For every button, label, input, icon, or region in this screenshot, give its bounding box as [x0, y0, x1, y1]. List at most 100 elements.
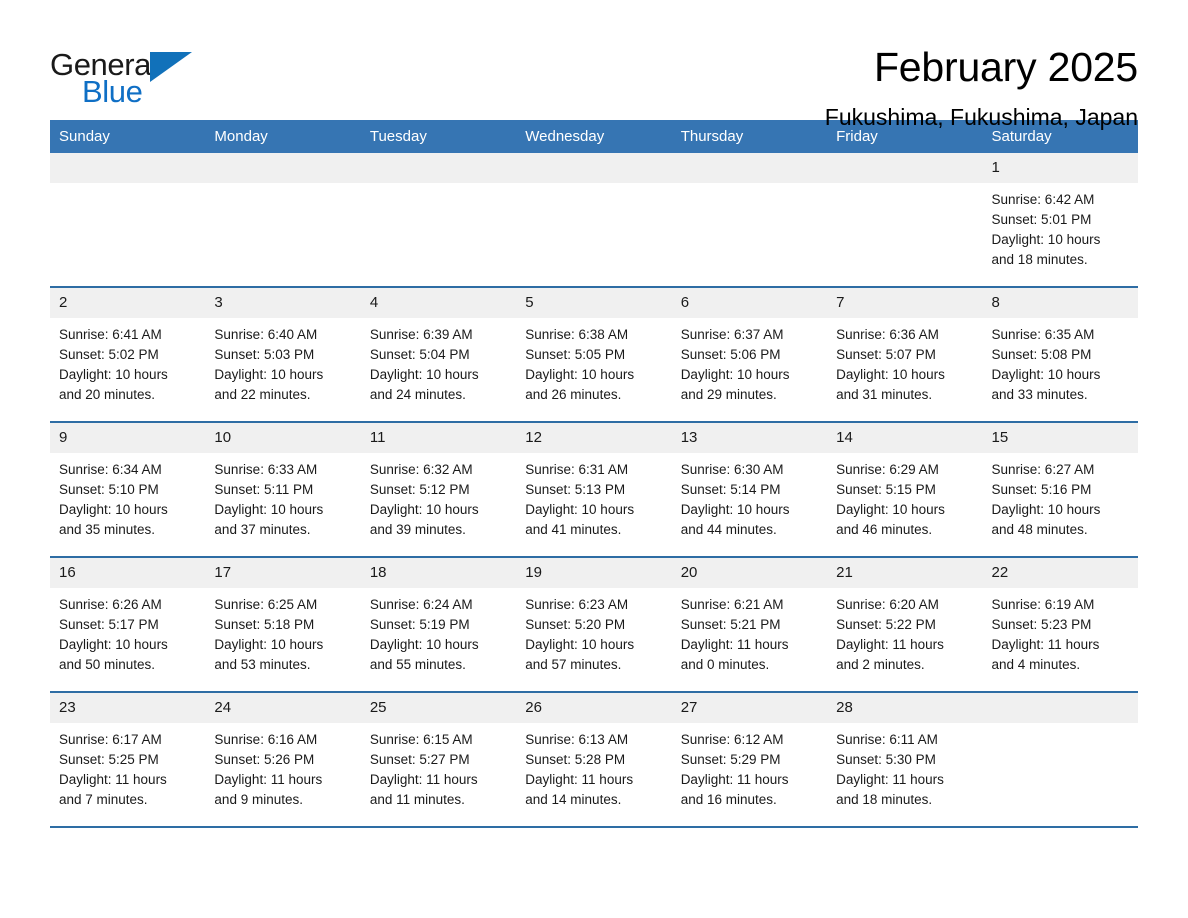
day-daylight-text: Daylight: 10 hours: [991, 232, 1101, 247]
calendar-day-cell[interactable]: 11 Sunrise: 6:32 AM Sunset: 5:12 PM Dayligh…: [360, 421, 517, 557]
calendar-day-cell[interactable]: 12 Sunrise: 6:31 AM Sunset: 5:13 PM Dayligh…: [516, 421, 672, 557]
weekday-header-thursday: Thursday: [671, 120, 828, 153]
day-daylight-text: Daylight: 10 hours: [369, 502, 479, 517]
calendar-table: Sunday Monday Tuesday Wednesday Thursday Frid…: [50, 120, 1138, 828]
day-daylight-text: Daylight: 10 hours: [991, 367, 1101, 382]
day-details: Sunrise: 6:31 AM Sunset: 5:13 PM Daylight:…: [516, 453, 671, 540]
calendar-day-cell-empty: [671, 153, 828, 287]
day-sunset-text: Sunset: 5:15 PM: [836, 482, 936, 497]
day-details: Sunrise: 6:27 AM Sunset: 5:16 PM Daylight:…: [983, 453, 1138, 540]
calendar-day-cell[interactable]: 13 Sunrise: 6:30 AM Sunset: 5:14 PM Dayligh…: [671, 421, 828, 557]
calendar-day-cell[interactable]: 6 Sunrise: 6:37 AM Sunset: 5:06 PM Daylight…: [671, 286, 828, 422]
calendar-day-cell[interactable]: 25 Sunrise: 6:15 AM Sunset: 5:27 PM Dayligh…: [360, 691, 517, 828]
day-sunset-text: Sunset: 5:01 PM: [991, 212, 1092, 227]
logo-text-blue: Blue: [82, 74, 143, 109]
calendar-day-cell-empty: [50, 153, 206, 287]
calendar-day-cell[interactable]: 1 Sunrise: 6:42 AM Sunset: 5:01 PM Daylight…: [982, 153, 1138, 287]
day-details: Sunrise: 6:16 AM Sunset: 5:26 PM Daylight:…: [205, 723, 360, 810]
day-sunrise-text: Sunrise: 6:20 AM: [836, 597, 939, 612]
day-daylight-text: Daylight: 11 hours: [991, 637, 1100, 652]
calendar-day-cell[interactable]: 20 Sunrise: 6:21 AM Sunset: 5:21 PM Dayligh…: [671, 556, 828, 692]
day-number: 10: [205, 423, 361, 453]
day-details: Sunrise: 6:23 AM Sunset: 5:20 PM Daylight:…: [516, 588, 671, 675]
calendar-day-cell[interactable]: 26 Sunrise: 6:13 AM Sunset: 5:28 PM Dayligh…: [516, 691, 672, 828]
calendar-day-cell[interactable]: 14 Sunrise: 6:29 AM Sunset: 5:15 PM Dayligh…: [827, 421, 983, 557]
day-daylight-text: Daylight: 10 hours: [214, 367, 324, 382]
day-details: Sunrise: 6:25 AM Sunset: 5:18 PM Daylight:…: [205, 588, 360, 675]
day-number: 3: [205, 288, 361, 318]
calendar-day-cell[interactable]: 2 Sunrise: 6:41 AM Sunset: 5:02 PM Daylight…: [50, 286, 206, 422]
day-details: Sunrise: 6:37 AM Sunset: 5:06 PM Daylight:…: [672, 318, 827, 405]
calendar-day-cell[interactable]: 9 Sunrise: 6:34 AM Sunset: 5:10 PM Daylight…: [50, 421, 206, 557]
day-details: Sunrise: 6:33 AM Sunset: 5:11 PM Daylight:…: [205, 453, 360, 540]
day-sunset-text: Sunset: 5:26 PM: [214, 752, 315, 767]
day-sunrise-text: Sunrise: 6:23 AM: [525, 597, 629, 612]
calendar-day-cell[interactable]: 24 Sunrise: 6:16 AM Sunset: 5:26 PM Dayligh…: [205, 691, 361, 828]
day-daylight-cont-text: and 4 minutes.: [991, 657, 1081, 672]
calendar-week-row: 16 Sunrise: 6:26 AM Sunset: 5:17 PM Dayligh…: [50, 556, 1138, 692]
calendar-day-cell[interactable]: 19 Sunrise: 6:23 AM Sunset: 5:20 PM Dayligh…: [516, 556, 672, 692]
day-details: Sunrise: 6:32 AM Sunset: 5:12 PM Daylight:…: [361, 453, 516, 540]
day-daylight-text: Daylight: 11 hours: [59, 772, 167, 787]
day-number: [982, 693, 1138, 723]
day-details: Sunrise: 6:35 AM Sunset: 5:08 PM Daylight:…: [983, 318, 1138, 405]
day-sunset-text: Sunset: 5:11 PM: [214, 482, 314, 497]
day-sunset-text: Sunset: 5:02 PM: [59, 347, 159, 362]
calendar-day-cell[interactable]: 10 Sunrise: 6:33 AM Sunset: 5:11 PM Dayligh…: [205, 421, 361, 557]
calendar-day-cell[interactable]: 23 Sunrise: 6:17 AM Sunset: 5:25 PM Dayligh…: [50, 691, 206, 828]
day-sunrise-text: Sunrise: 6:33 AM: [214, 462, 318, 477]
day-details: Sunrise: 6:41 AM Sunset: 5:02 PM Daylight:…: [50, 318, 205, 405]
day-details: Sunrise: 6:40 AM Sunset: 5:03 PM Daylight:…: [205, 318, 360, 405]
calendar-week-row: 1 Sunrise: 6:42 AM Sunset: 5:01 PM Daylight…: [50, 153, 1138, 287]
calendar-day-cell[interactable]: 3 Sunrise: 6:40 AM Sunset: 5:03 PM Daylight…: [205, 286, 361, 422]
day-details: Sunrise: 6:29 AM Sunset: 5:15 PM Daylight:…: [827, 453, 982, 540]
day-number: [360, 153, 517, 183]
weekday-header-wednesday: Wednesday: [516, 120, 672, 153]
day-sunset-text: Sunset: 5:12 PM: [369, 482, 470, 497]
day-number: [671, 153, 828, 183]
calendar-day-cell[interactable]: 28 Sunrise: 6:11 AM Sunset: 5:30 PM Dayligh…: [827, 691, 983, 828]
day-daylight-cont-text: and 44 minutes.: [680, 522, 777, 537]
day-number: [827, 153, 983, 183]
day-daylight-cont-text: and 31 minutes.: [836, 387, 933, 402]
calendar-week-row: 23 Sunrise: 6:17 AM Sunset: 5:25 PM Dayligh…: [50, 691, 1138, 828]
calendar-day-cell[interactable]: 22 Sunrise: 6:19 AM Sunset: 5:23 PM Dayligh…: [982, 556, 1138, 692]
day-details: Sunrise: 6:15 AM Sunset: 5:27 PM Daylight:…: [361, 723, 516, 810]
day-number: 2: [50, 288, 206, 318]
generalblue-logo[interactable]: General Blue: [50, 42, 200, 110]
day-daylight-cont-text: and 26 minutes.: [525, 387, 622, 402]
calendar-day-cell[interactable]: 8 Sunrise: 6:35 AM Sunset: 5:08 PM Daylight…: [982, 286, 1138, 422]
title-block: February 2025 Fukushima, Fukushima, Japa…: [825, 42, 1138, 132]
day-sunrise-text: Sunrise: 6:35 AM: [991, 327, 1095, 342]
calendar-day-cell[interactable]: 21 Sunrise: 6:20 AM Sunset: 5:22 PM Dayligh…: [827, 556, 983, 692]
calendar-day-cell[interactable]: 16 Sunrise: 6:26 AM Sunset: 5:17 PM Dayligh…: [50, 556, 206, 692]
day-number: 16: [50, 558, 206, 588]
day-details: Sunrise: 6:34 AM Sunset: 5:10 PM Daylight:…: [50, 453, 205, 540]
calendar-day-cell[interactable]: 4 Sunrise: 6:39 AM Sunset: 5:04 PM Daylight…: [360, 286, 517, 422]
day-daylight-text: Daylight: 11 hours: [836, 772, 944, 787]
calendar-day-cell[interactable]: 27 Sunrise: 6:12 AM Sunset: 5:29 PM Dayligh…: [671, 691, 828, 828]
day-daylight-text: Daylight: 11 hours: [214, 772, 323, 787]
day-daylight-cont-text: and 53 minutes.: [214, 657, 311, 672]
day-daylight-cont-text: and 33 minutes.: [991, 387, 1088, 402]
day-number: [516, 153, 672, 183]
day-number: 26: [516, 693, 672, 723]
calendar-day-cell[interactable]: 7 Sunrise: 6:36 AM Sunset: 5:07 PM Daylight…: [827, 286, 983, 422]
day-daylight-text: Daylight: 10 hours: [991, 502, 1101, 517]
calendar-day-cell-empty: [516, 153, 672, 287]
day-daylight-cont-text: and 48 minutes.: [991, 522, 1088, 537]
day-sunrise-text: Sunrise: 6:37 AM: [680, 327, 784, 342]
day-sunset-text: Sunset: 5:05 PM: [525, 347, 626, 362]
day-sunset-text: Sunset: 5:07 PM: [836, 347, 936, 362]
calendar-day-cell[interactable]: 17 Sunrise: 6:25 AM Sunset: 5:18 PM Dayligh…: [205, 556, 361, 692]
calendar-day-cell[interactable]: 15 Sunrise: 6:27 AM Sunset: 5:16 PM Dayligh…: [982, 421, 1138, 557]
day-number: 13: [671, 423, 828, 453]
day-daylight-text: Daylight: 11 hours: [680, 772, 789, 787]
day-details: Sunrise: 6:26 AM Sunset: 5:17 PM Daylight:…: [50, 588, 205, 675]
calendar-day-cell[interactable]: 5 Sunrise: 6:38 AM Sunset: 5:05 PM Daylight…: [516, 286, 672, 422]
day-daylight-cont-text: and 55 minutes.: [369, 657, 466, 672]
day-sunrise-text: Sunrise: 6:42 AM: [991, 192, 1095, 207]
day-number: 27: [671, 693, 828, 723]
day-details: Sunrise: 6:20 AM Sunset: 5:22 PM Daylight:…: [827, 588, 982, 675]
calendar-day-cell[interactable]: 18 Sunrise: 6:24 AM Sunset: 5:19 PM Dayligh…: [360, 556, 517, 692]
